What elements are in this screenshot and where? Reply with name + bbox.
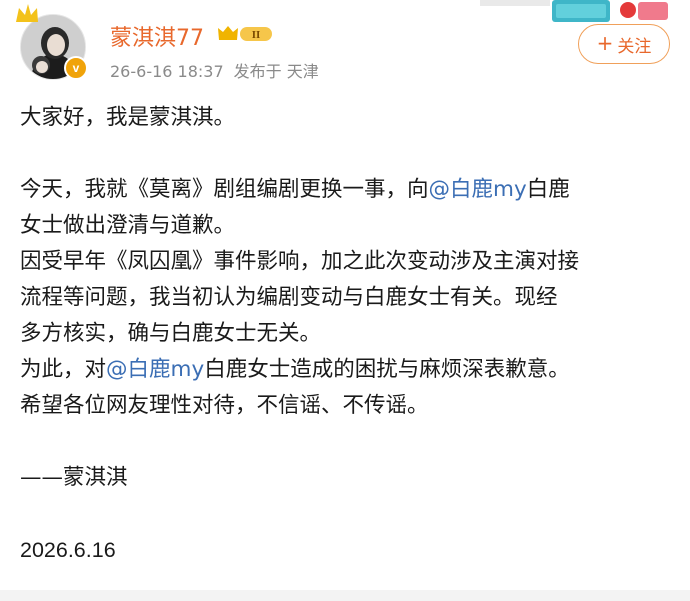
line-text: 今天，我就《莫离》剧组编剧更换一事，向 [20, 177, 429, 202]
post-date-text: 2026.6.16 [20, 538, 116, 562]
post-location: 天津 [286, 62, 319, 81]
decoration-banner [480, 0, 672, 24]
crown-decoration-icon [16, 4, 38, 22]
post-line: 为此，对@白鹿my白鹿女士造成的困扰与麻烦深表歉意。 [20, 352, 670, 388]
line-text: 白鹿 [526, 177, 570, 202]
crown-level-icon[interactable]: II [216, 22, 276, 46]
follow-button[interactable]: + 关注 [578, 24, 670, 64]
post-time[interactable]: 26-6-16 18:37 [110, 62, 224, 81]
post-meta: 26-6-16 18:37 发布于 天津 [110, 58, 319, 82]
author-name[interactable]: 蒙淇淇77 [110, 20, 204, 52]
line-text: 白鹿女士造成的困扰与麻烦深表歉意。 [204, 357, 570, 382]
post-line: 女士做出澄清与道歉。 [20, 213, 236, 238]
post-content: 大家好，我是蒙淇淇。 今天，我就《莫离》剧组编剧更换一事，向@白鹿my白鹿 女士做出… [20, 100, 670, 568]
post-line: 大家好，我是蒙淇淇。 [20, 105, 236, 130]
publish-prefix: 发布于 [233, 62, 282, 81]
bottom-divider [0, 590, 690, 601]
mention-link[interactable]: @白鹿my [429, 177, 527, 202]
post-line: 多方核实，确与白鹿女士无关。 [20, 321, 322, 346]
post-header: v 蒙淇淇77 II 26-6-16 18:37 发布于 天津 + 关注 [0, 0, 690, 90]
verified-badge-icon: v [64, 56, 88, 80]
plus-icon: + [596, 31, 614, 55]
post-line: 因受早年《凤囚凰》事件影响，加之此次变动涉及主演对接 [20, 249, 580, 274]
post-line: 今天，我就《莫离》剧组编剧更换一事，向@白鹿my白鹿 [20, 172, 670, 208]
post-line: ——蒙淇淇 [20, 465, 128, 490]
mention-link[interactable]: @白鹿my [106, 357, 204, 382]
level-badge-text: II [252, 29, 261, 41]
avatar[interactable]: v [16, 4, 88, 80]
post-line: 希望各位网友理性对待，不信谣、不传谣。 [20, 393, 429, 418]
follow-label: 关注 [617, 36, 652, 57]
post-line: 流程等问题，我当初认为编剧变动与白鹿女士有关。现经 [20, 285, 558, 310]
line-text: 为此，对 [20, 357, 107, 382]
